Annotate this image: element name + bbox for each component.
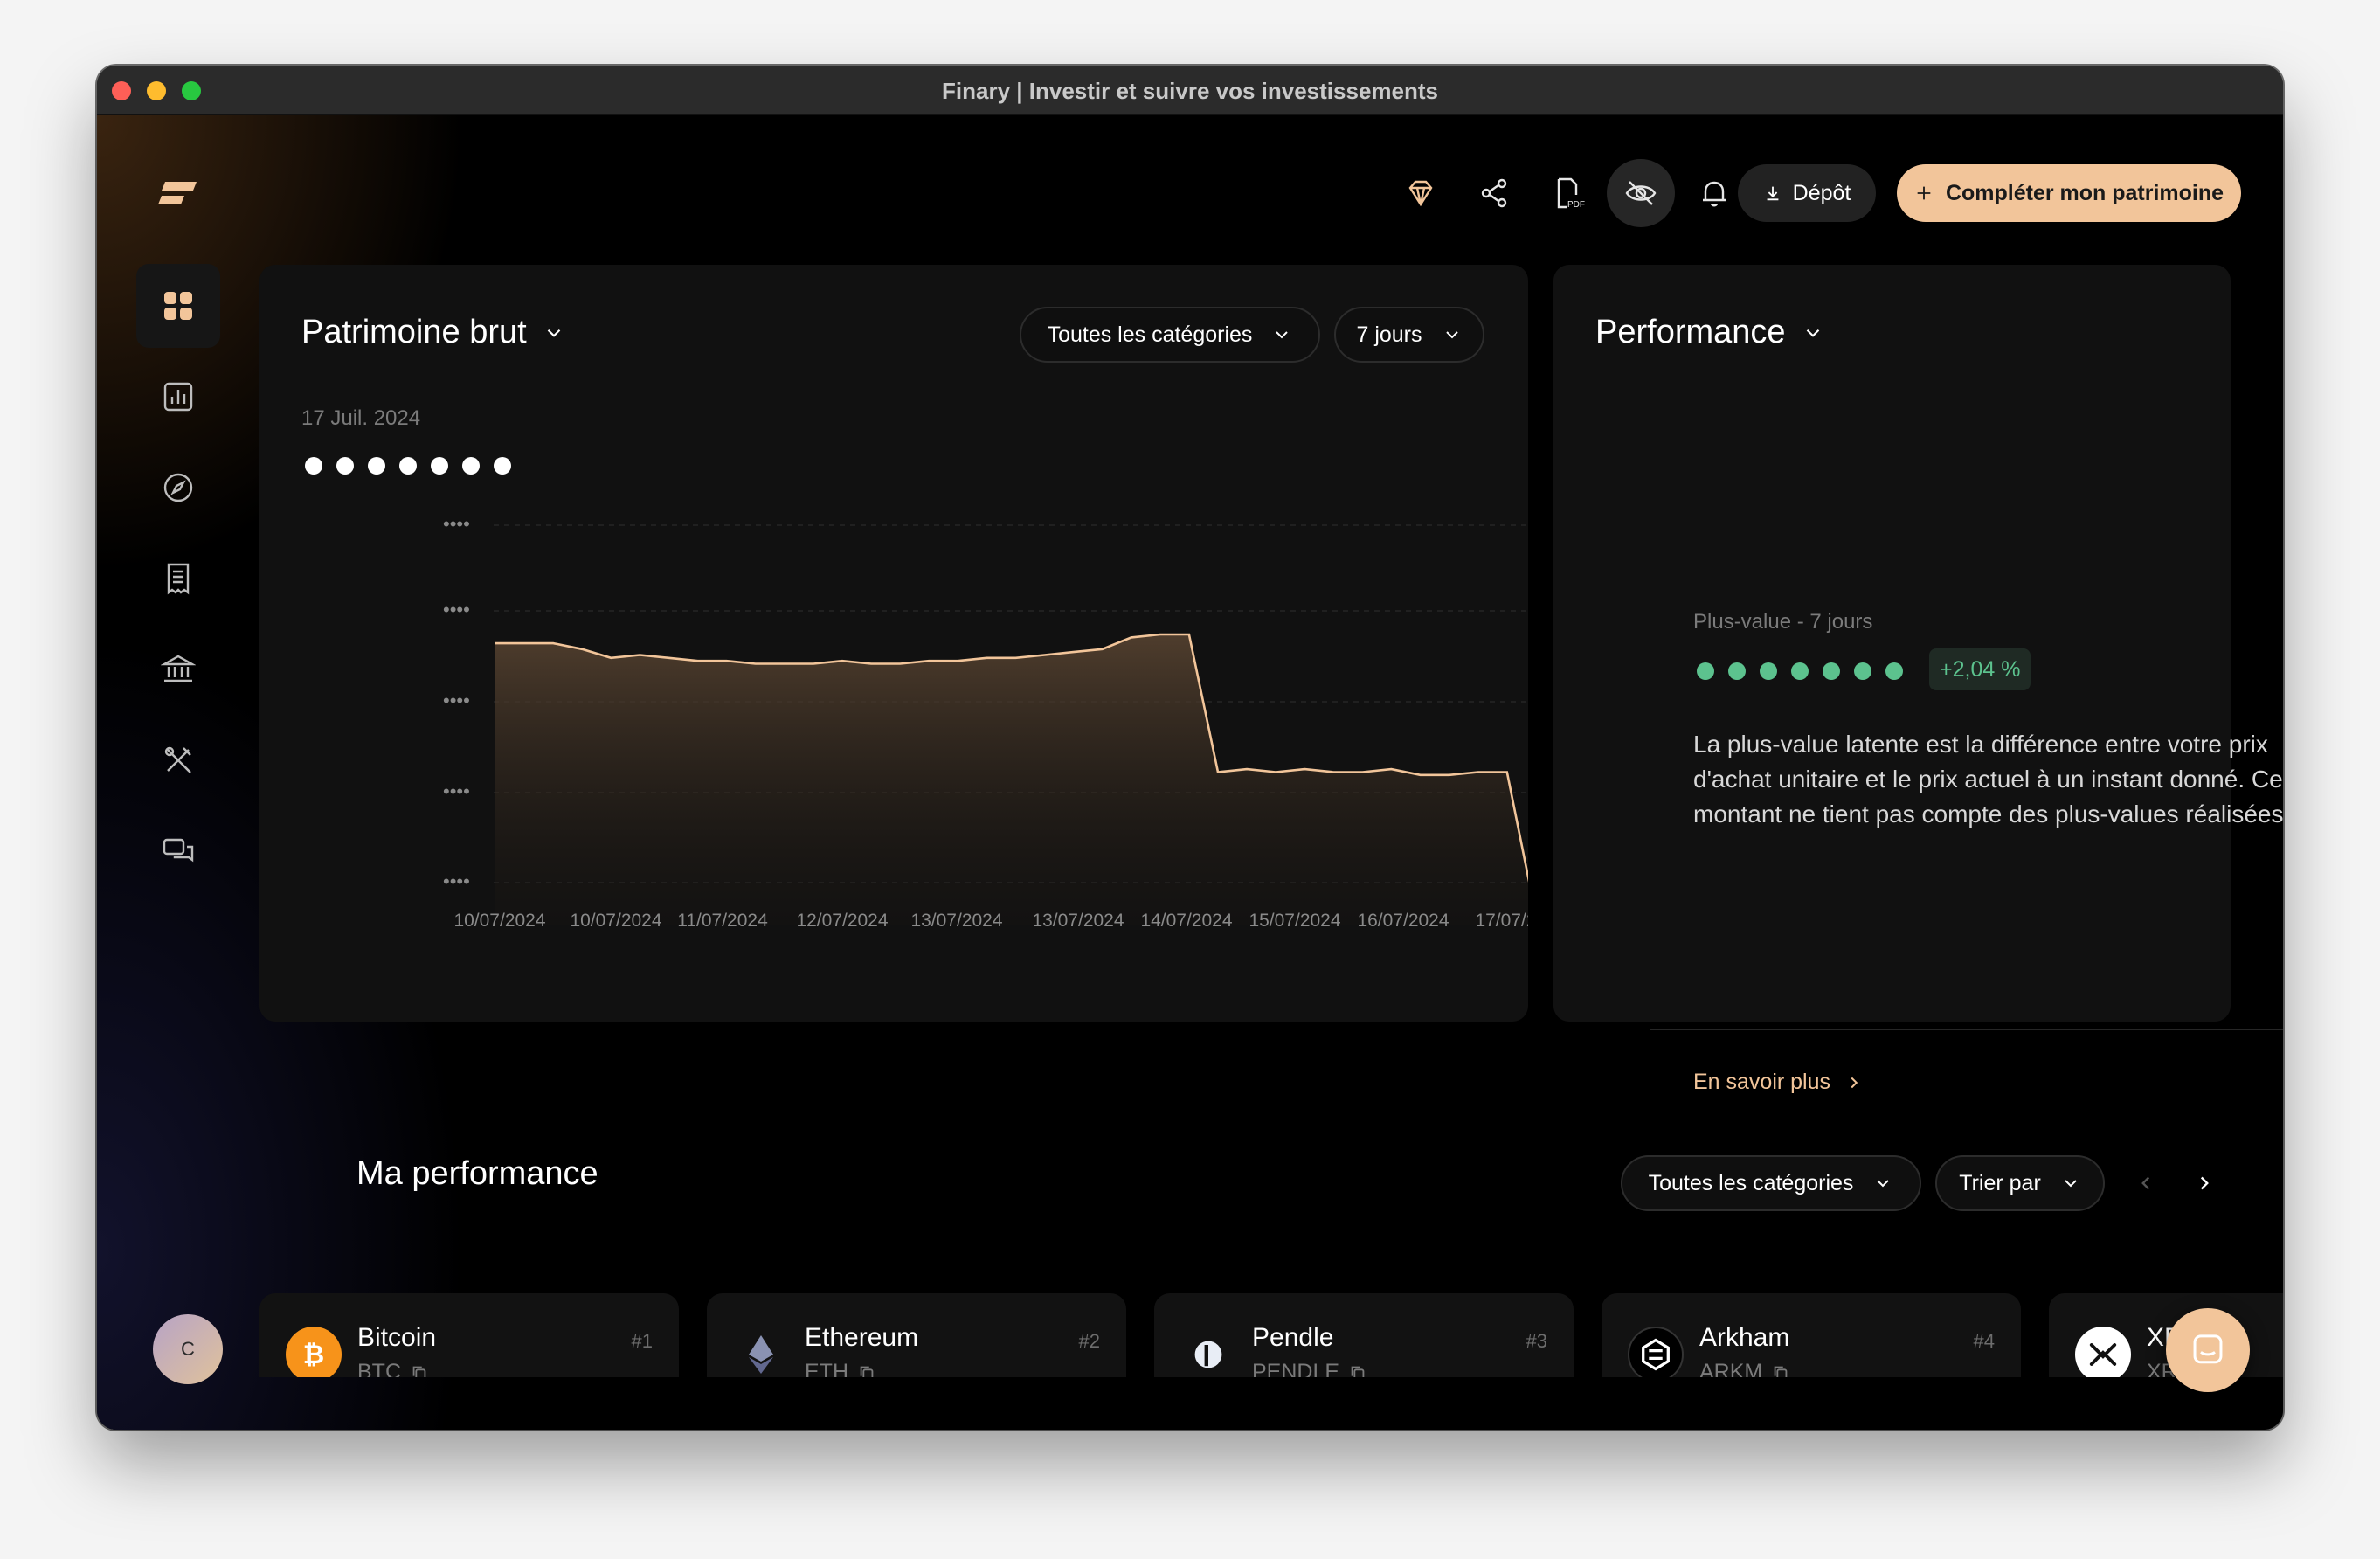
asset-rank: #4 [1973, 1330, 1995, 1352]
asset-name: Bitcoin [357, 1323, 437, 1352]
copy-icon[interactable] [410, 1363, 429, 1378]
arkham-logo-icon [1628, 1327, 1684, 1377]
message-icon [2193, 1334, 2223, 1364]
asset-name: Arkham [1699, 1323, 1790, 1352]
asset-card-btc[interactable]: ₿BitcoinBTC#1+8,68 % [259, 1293, 679, 1377]
asset-name: Pendle [1252, 1323, 1334, 1352]
ethereum-logo-icon [733, 1327, 789, 1377]
copy-icon[interactable] [857, 1363, 876, 1378]
asset-rank: #1 [631, 1330, 653, 1352]
asset-rank: #3 [1526, 1330, 1547, 1352]
app-content: C PDF Dépôt Compléter mon patrimoine Pat… [97, 115, 2283, 1430]
app-window: Finary | Investir et suivre vos investis… [97, 66, 2283, 1430]
asset-card-eth[interactable]: EthereumETH#2+2,48 % [707, 1293, 1126, 1377]
support-chat-button[interactable] [2166, 1308, 2250, 1392]
asset-ticker: BTC [357, 1360, 429, 1377]
asset-card-arkm[interactable]: ArkhamARKM#4+11,93 % [1602, 1293, 2021, 1377]
asset-rank: #2 [1078, 1330, 1100, 1352]
xrp-logo-icon [2075, 1327, 2131, 1377]
asset-name: Ethereum [805, 1323, 919, 1352]
asset-ticker: ETH [805, 1360, 876, 1377]
asset-card-xrp[interactable]: XRPXRP [2049, 1293, 2283, 1377]
copy-icon[interactable] [1348, 1363, 1367, 1378]
pendle-logo-icon [1180, 1327, 1236, 1377]
bitcoin-logo-icon: ₿ [286, 1327, 342, 1377]
asset-carousel: ₿BitcoinBTC#1+8,68 %EthereumETH#2+2,48 %… [97, 66, 2283, 1377]
asset-ticker: PENDLE [1252, 1360, 1367, 1377]
asset-card-pendle[interactable]: PendlePENDLE#3+30,45 % [1154, 1293, 1574, 1377]
svg-text:₿: ₿ [303, 1341, 324, 1369]
asset-ticker: ARKM [1699, 1360, 1790, 1377]
copy-icon[interactable] [1771, 1363, 1790, 1378]
